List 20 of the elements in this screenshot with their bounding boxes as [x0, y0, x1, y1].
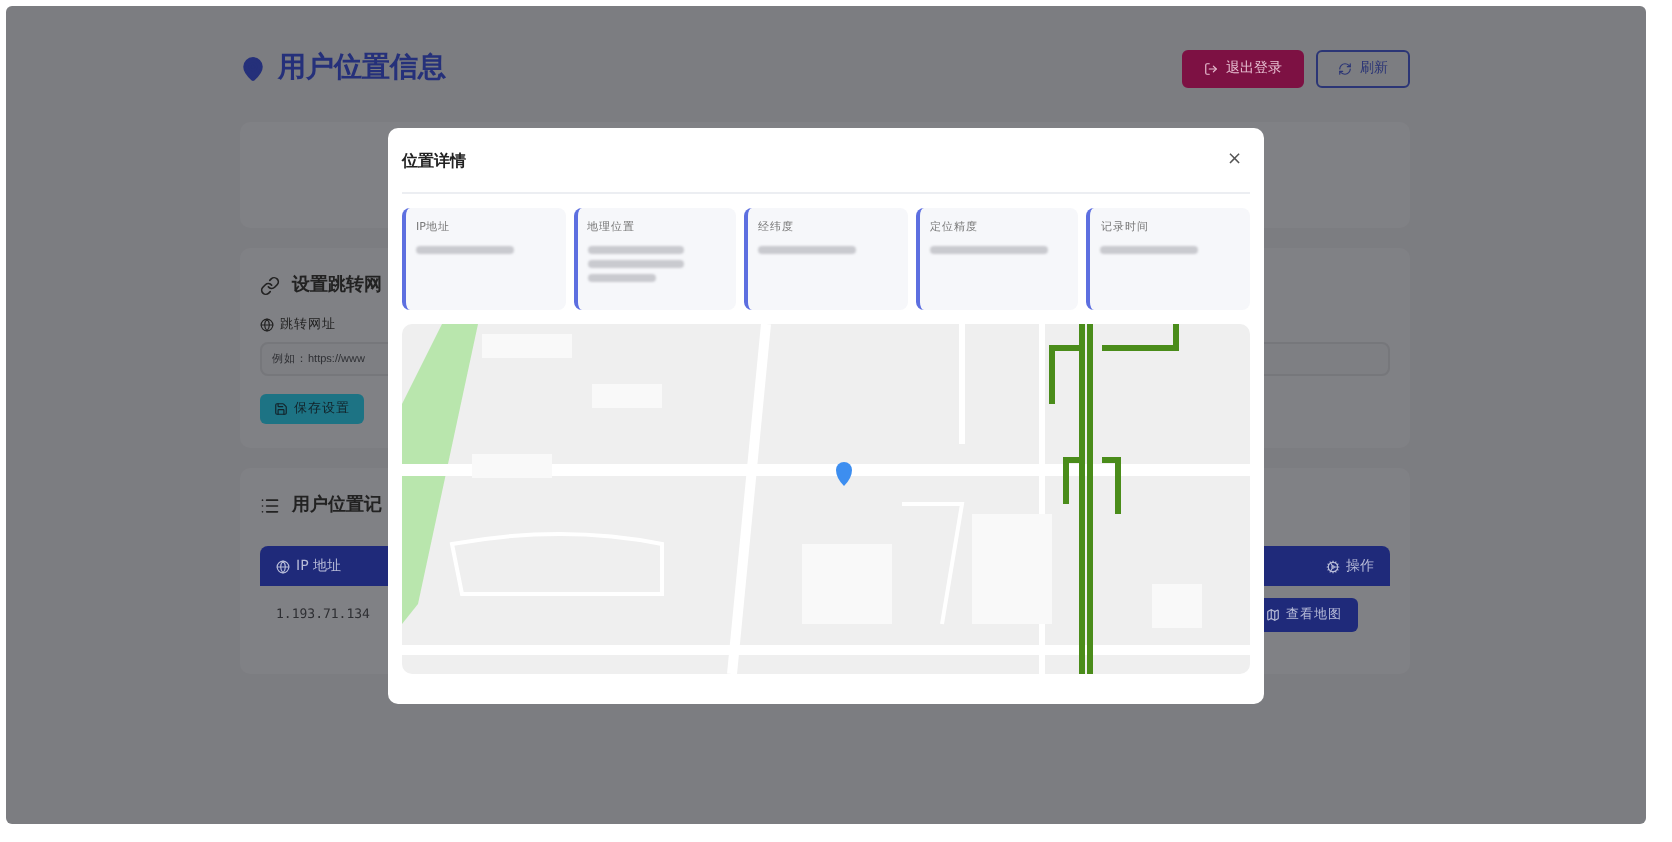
blurred-value	[587, 274, 657, 282]
blurred-value	[1100, 246, 1199, 254]
link-icon	[260, 275, 280, 295]
map-icon	[1266, 607, 1280, 621]
globe-icon	[260, 318, 274, 332]
modal-title: 位置详情	[402, 149, 466, 171]
logout-icon	[1204, 61, 1218, 75]
save-icon	[274, 402, 288, 417]
refresh-icon	[1338, 61, 1352, 75]
blurred-value	[587, 260, 685, 268]
gear-icon	[1326, 559, 1340, 573]
map-pin-icon	[240, 55, 266, 81]
blurred-value	[758, 246, 856, 254]
globe-icon	[276, 559, 290, 573]
blurred-value	[587, 246, 685, 254]
blurred-value	[416, 246, 514, 254]
page-title: 用户位置信息	[240, 50, 446, 86]
list-icon	[260, 495, 280, 515]
close-button[interactable]: ×	[1218, 150, 1250, 170]
blurred-value	[929, 246, 1048, 254]
